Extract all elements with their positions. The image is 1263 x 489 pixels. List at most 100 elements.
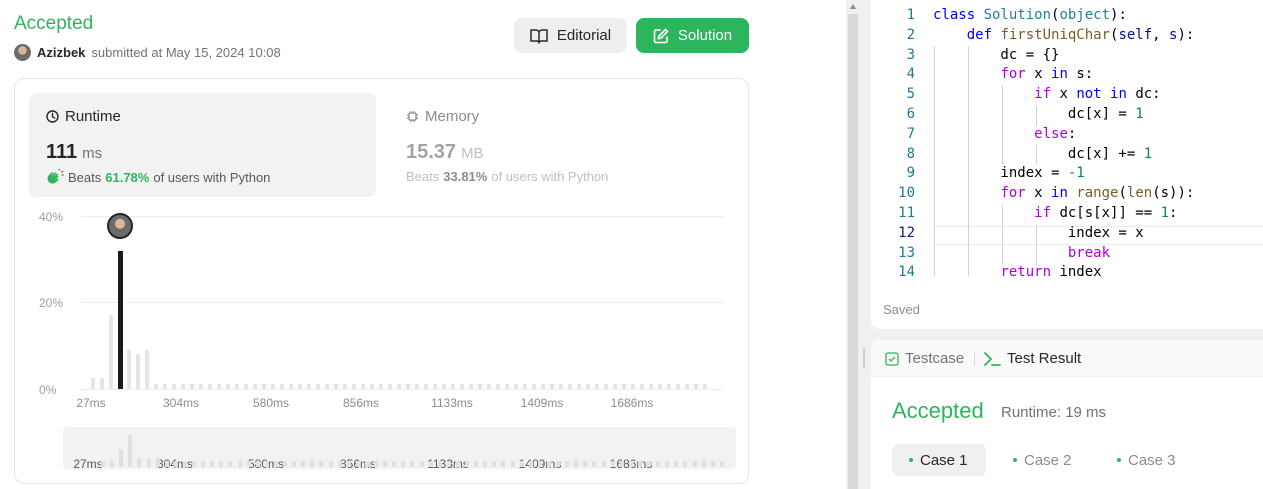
chart-bar[interactable] bbox=[433, 383, 437, 389]
chart-bar[interactable] bbox=[325, 383, 329, 389]
chart-bar[interactable] bbox=[685, 383, 689, 389]
chart-bar[interactable] bbox=[226, 383, 230, 389]
code-lines[interactable]: 1 class Solution(object): 2 def firstUniqC… bbox=[871, 6, 1263, 283]
resize-handle[interactable] bbox=[863, 348, 865, 368]
chart-bar[interactable] bbox=[460, 383, 464, 389]
chart-bar[interactable] bbox=[622, 383, 626, 389]
selected-runtime-bar[interactable] bbox=[118, 250, 123, 389]
chart-bar[interactable] bbox=[208, 383, 212, 389]
chart-bar[interactable] bbox=[487, 383, 491, 389]
code-line[interactable]: 1 class Solution(object): bbox=[871, 6, 1263, 26]
chart-bar[interactable] bbox=[199, 383, 203, 389]
chart-bar[interactable] bbox=[523, 383, 527, 389]
scroll-up-icon[interactable] bbox=[850, 4, 856, 9]
chart-bar[interactable] bbox=[379, 383, 383, 389]
chart-bar[interactable] bbox=[631, 383, 635, 389]
chart-bar[interactable] bbox=[676, 383, 680, 389]
chart-bar[interactable] bbox=[343, 383, 347, 389]
code-line[interactable]: 7 else: bbox=[871, 125, 1263, 145]
chart-bar[interactable] bbox=[154, 383, 158, 389]
tab-testcase[interactable]: Testcase bbox=[885, 350, 964, 367]
chart-bar[interactable] bbox=[307, 383, 311, 389]
chart-bar[interactable] bbox=[262, 383, 266, 389]
code-line[interactable]: 4 for x in s: bbox=[871, 65, 1263, 85]
chart-bar[interactable] bbox=[235, 383, 239, 389]
chart-bar[interactable] bbox=[334, 383, 338, 389]
chart-bar[interactable] bbox=[595, 383, 599, 389]
chart-bar[interactable] bbox=[190, 383, 194, 389]
editorial-button[interactable]: Editorial bbox=[514, 18, 627, 53]
chart-bar[interactable] bbox=[568, 383, 572, 389]
code-line[interactable]: 8 dc[x] += 1 bbox=[871, 145, 1263, 165]
chart-bar[interactable] bbox=[298, 383, 302, 389]
chart-bar[interactable] bbox=[127, 350, 131, 389]
scrollbar[interactable] bbox=[848, 14, 858, 489]
case-2-tab[interactable]: Case 2 bbox=[999, 444, 1081, 476]
chart-bar[interactable] bbox=[613, 383, 617, 389]
chart-bar[interactable] bbox=[532, 383, 536, 389]
runtime-box[interactable]: Runtime 111 ms Beats 61.78% of users wit… bbox=[29, 93, 376, 197]
chart-bar[interactable] bbox=[550, 383, 554, 389]
chart-bar[interactable] bbox=[271, 383, 275, 389]
range-selector[interactable]: 27ms 304ms 580ms 856ms 1133ms 1409ms 168… bbox=[63, 427, 736, 471]
solution-button[interactable]: Solution bbox=[636, 18, 749, 53]
chart-bar[interactable] bbox=[136, 354, 140, 389]
chart-bar[interactable] bbox=[388, 383, 392, 389]
username[interactable]: Azizbek bbox=[37, 45, 85, 60]
chart-bar[interactable] bbox=[451, 383, 455, 389]
chart-bar[interactable] bbox=[604, 383, 608, 389]
chart-bar[interactable] bbox=[253, 383, 257, 389]
chart-bar[interactable] bbox=[91, 378, 95, 389]
chart-bar[interactable] bbox=[559, 383, 563, 389]
code-line[interactable]: 2 def firstUniqChar(self, s): bbox=[871, 26, 1263, 46]
chart-bar[interactable] bbox=[352, 383, 356, 389]
chart-bar[interactable] bbox=[244, 383, 248, 389]
runtime-distribution-chart[interactable]: 40% 20% 0% 27ms 304ms 580ms 856ms 1133ms… bbox=[15, 205, 748, 415]
chart-bar[interactable] bbox=[541, 383, 545, 389]
avatar[interactable] bbox=[14, 43, 31, 61]
chart-bar[interactable] bbox=[667, 383, 671, 389]
chart-bar[interactable] bbox=[163, 383, 167, 389]
chart-bar[interactable] bbox=[640, 383, 644, 389]
memory-box[interactable]: Memory 15.37 MB Beats 33.81% of users wi… bbox=[392, 93, 732, 197]
chart-bar[interactable] bbox=[514, 383, 518, 389]
code-line[interactable]: 12 index = x bbox=[871, 224, 1263, 244]
chart-bar[interactable] bbox=[694, 383, 698, 389]
chart-bar[interactable] bbox=[577, 383, 581, 389]
chart-bar[interactable] bbox=[442, 383, 446, 389]
chart-bar[interactable] bbox=[658, 383, 662, 389]
chart-bar[interactable] bbox=[424, 383, 428, 389]
chart-bar[interactable] bbox=[181, 383, 185, 389]
chart-bar[interactable] bbox=[370, 383, 374, 389]
user-avatar-marker[interactable] bbox=[107, 212, 133, 239]
chart-bar[interactable] bbox=[496, 383, 500, 389]
chart-bar[interactable] bbox=[172, 383, 176, 389]
chart-bar[interactable] bbox=[280, 383, 284, 389]
chart-bar[interactable] bbox=[145, 350, 149, 389]
code-line[interactable]: 10 for x in range(len(s)): bbox=[871, 184, 1263, 204]
chart-bar[interactable] bbox=[316, 383, 320, 389]
chart-bar[interactable] bbox=[100, 378, 104, 389]
case-3-tab[interactable]: Case 3 bbox=[1103, 444, 1187, 476]
chart-bar[interactable] bbox=[649, 383, 653, 389]
chart-bar[interactable] bbox=[469, 383, 473, 389]
chart-bar[interactable] bbox=[361, 383, 365, 389]
code-line[interactable]: 3 dc = {} bbox=[871, 46, 1263, 66]
code-line[interactable]: 14 return index bbox=[871, 263, 1263, 283]
code-line[interactable]: 13 break bbox=[871, 244, 1263, 264]
chart-bar[interactable] bbox=[217, 383, 221, 389]
chart-bar[interactable] bbox=[406, 383, 410, 389]
tab-test-result[interactable]: Test Result bbox=[983, 350, 1081, 367]
code-line[interactable]: 9 index = -1 bbox=[871, 164, 1263, 184]
code-line[interactable]: 11 if dc[s[x]] == 1: bbox=[871, 204, 1263, 224]
chart-bar[interactable] bbox=[505, 383, 509, 389]
chart-bar[interactable] bbox=[289, 383, 293, 389]
chart-bar[interactable] bbox=[586, 383, 590, 389]
case-1-tab[interactable]: Case 1 bbox=[892, 444, 986, 476]
chart-bar[interactable] bbox=[478, 383, 482, 389]
code-line[interactable]: 5 if x not in dc: bbox=[871, 85, 1263, 105]
code-editor[interactable]: 1 class Solution(object): 2 def firstUniqC… bbox=[871, 0, 1263, 329]
chart-bar[interactable] bbox=[415, 383, 419, 389]
code-line[interactable]: 6 dc[x] = 1 bbox=[871, 105, 1263, 125]
chart-bar[interactable] bbox=[703, 383, 707, 389]
